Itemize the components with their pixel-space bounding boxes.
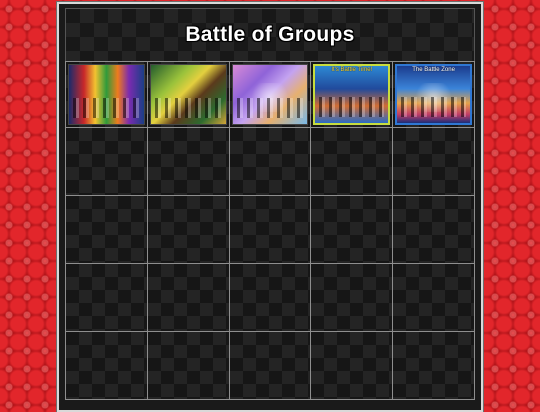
- grid-cell[interactable]: [66, 264, 148, 332]
- page-frame: Battle of Groups It's Battle Time! The B…: [57, 2, 483, 412]
- group-poster-4-image[interactable]: It's Battle Time!: [313, 64, 391, 125]
- group-poster-3-image[interactable]: [231, 64, 309, 125]
- grid-cell[interactable]: [66, 62, 148, 128]
- poster-caption: The Battle Zone: [412, 67, 455, 73]
- grid-cell[interactable]: It's Battle Time!: [311, 62, 394, 128]
- grid-cell[interactable]: [393, 196, 475, 264]
- grid-cell[interactable]: [229, 196, 312, 264]
- poster-figures: [236, 98, 304, 118]
- grid-cell[interactable]: [311, 128, 394, 196]
- grid-cell[interactable]: [66, 128, 148, 196]
- grid-cell[interactable]: [147, 332, 230, 400]
- group-poster-5-image[interactable]: The Battle Zone: [395, 64, 472, 125]
- grid-cell[interactable]: [311, 332, 394, 400]
- grid-cell[interactable]: [147, 62, 230, 128]
- grid-cell[interactable]: [229, 332, 312, 400]
- grid-cell[interactable]: [393, 332, 475, 400]
- grid-cell[interactable]: [311, 196, 394, 264]
- grid-cell[interactable]: [393, 128, 475, 196]
- grid-cell[interactable]: [147, 264, 230, 332]
- grid-cell[interactable]: [147, 128, 230, 196]
- group-poster-2-image[interactable]: [149, 64, 227, 125]
- grid-cell[interactable]: [229, 62, 312, 128]
- poster-figures: [401, 97, 466, 117]
- poster-figures: [154, 98, 222, 118]
- grid-cell[interactable]: [311, 264, 394, 332]
- poster-figures: [73, 98, 140, 118]
- grid-cell[interactable]: [66, 196, 148, 264]
- page-title: Battle of Groups: [185, 23, 355, 46]
- grid-cell[interactable]: [229, 264, 312, 332]
- battle-grid: It's Battle Time! The Battle Zone: [65, 61, 475, 400]
- header-banner: Battle of Groups: [65, 8, 475, 62]
- grid-cell[interactable]: [66, 332, 148, 400]
- poster-caption: It's Battle Time!: [331, 67, 373, 73]
- grid-cell[interactable]: The Battle Zone: [393, 62, 475, 128]
- poster-figures: [319, 97, 385, 117]
- grid-cell[interactable]: [147, 196, 230, 264]
- group-poster-1-image[interactable]: [68, 64, 145, 125]
- grid-cell[interactable]: [393, 264, 475, 332]
- grid-cell[interactable]: [229, 128, 312, 196]
